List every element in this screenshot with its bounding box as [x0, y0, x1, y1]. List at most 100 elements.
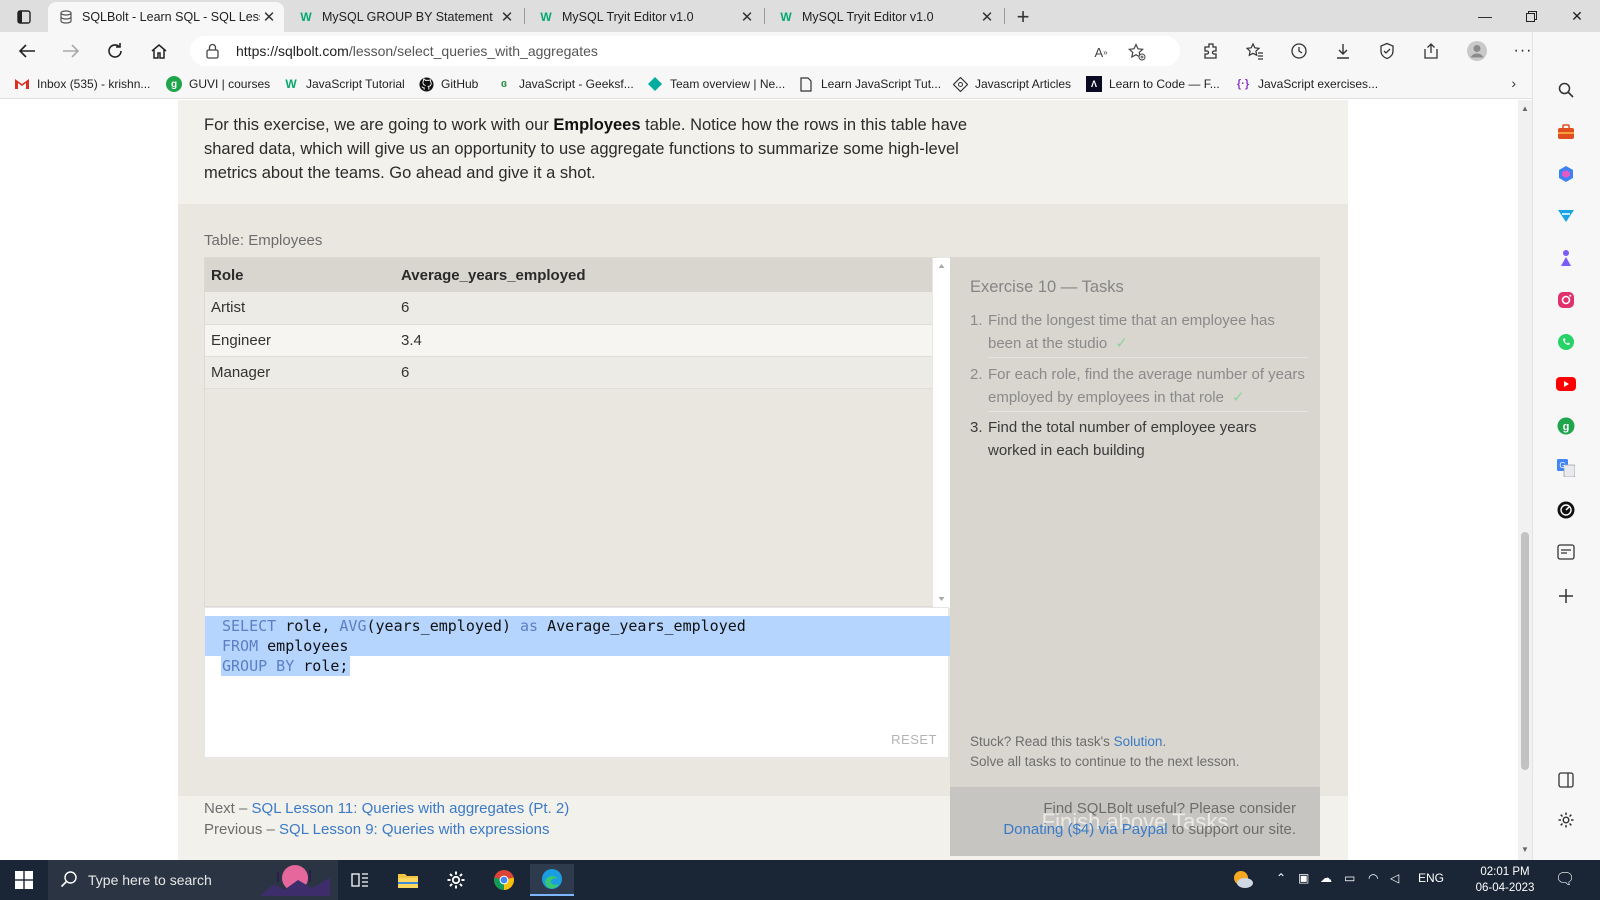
windows-start-icon[interactable]	[8, 864, 40, 896]
onedrive-icon[interactable]: ☁	[1320, 871, 1332, 885]
favorite-javascript-exercises[interactable]: {·} JavaScript exercises...	[1235, 74, 1378, 94]
add-icon[interactable]	[1554, 584, 1578, 608]
previous-lesson-link[interactable]: SQL Lesson 9: Queries with expressions	[279, 821, 549, 838]
share-icon[interactable]	[1416, 37, 1446, 65]
tab-mysql-tryit-1[interactable]: W MySQL Tryit Editor v1.0 ✕	[528, 2, 762, 32]
task-divider	[988, 411, 1308, 412]
reset-button[interactable]: RESET	[891, 732, 937, 747]
task-view-icon[interactable]	[338, 864, 382, 896]
search-icon[interactable]	[1554, 78, 1578, 102]
history-icon[interactable]	[1284, 37, 1314, 65]
w3schools-icon: W	[300, 10, 312, 24]
favorite-label: JavaScript exercises...	[1258, 77, 1379, 91]
close-icon[interactable]: ✕	[260, 8, 278, 26]
table-scrollbar[interactable]	[933, 258, 950, 608]
favorite-team-overview[interactable]: Team overview | Ne...	[647, 74, 785, 94]
notifications-icon[interactable]: 🗨	[1555, 869, 1575, 889]
results-table: Role Average_years_employed Artist 6 Eng…	[205, 258, 932, 389]
forward-icon[interactable]	[56, 37, 86, 65]
google-translate-icon[interactable]: G	[1554, 456, 1578, 480]
home-icon[interactable]	[144, 37, 174, 65]
edge-icon[interactable]	[530, 864, 574, 896]
w3schools-icon: W	[780, 10, 792, 24]
language-indicator[interactable]: ENG	[1418, 871, 1444, 885]
extensions-icon[interactable]	[1196, 37, 1226, 65]
url-text[interactable]: https://sqlbolt.com/lesson/select_querie…	[236, 43, 598, 59]
games-icon[interactable]	[1554, 246, 1578, 270]
file-explorer-icon[interactable]	[386, 864, 430, 896]
favorite-javascript-articles[interactable]: Javascript Articles	[952, 74, 1071, 94]
tab-separator	[764, 8, 765, 24]
favorite-label: GUVI | courses	[189, 77, 271, 91]
profile-avatar[interactable]	[1462, 37, 1492, 65]
favorites-icon[interactable]	[1240, 37, 1270, 65]
battery-icon[interactable]: ▭	[1344, 871, 1355, 885]
close-icon[interactable]: ✕	[498, 8, 516, 26]
favorite-guvi[interactable]: g GUVI | courses	[166, 74, 270, 94]
chevron-up-icon[interactable]: ⌃	[1276, 871, 1286, 885]
favorite-javascript-tutorial[interactable]: W JavaScript Tutorial	[283, 74, 404, 94]
add-favorite-icon[interactable]	[1126, 42, 1148, 62]
tools-icon[interactable]	[1554, 120, 1578, 144]
chevron-right-icon[interactable]: ›	[1511, 75, 1516, 91]
close-icon[interactable]: ✕	[738, 8, 756, 26]
task-text: Find the longest time that an employee h…	[988, 312, 1275, 352]
lock-icon[interactable]	[206, 43, 219, 59]
classroom-icon[interactable]	[1554, 540, 1578, 564]
favorite-geeksforgeeks[interactable]: ɞ JavaScript - Geeksf...	[496, 74, 634, 94]
instagram-icon[interactable]	[1554, 288, 1578, 312]
volume-icon[interactable]: ◁	[1390, 871, 1399, 885]
guvi-icon[interactable]: g	[1554, 414, 1578, 438]
restore-icon[interactable]	[1508, 0, 1554, 32]
chrome-icon[interactable]	[482, 864, 526, 896]
youtube-icon[interactable]	[1554, 372, 1578, 396]
scroll-down-arrow-icon[interactable]: ▼	[1521, 845, 1529, 854]
microsoft-365-icon[interactable]	[1554, 162, 1578, 186]
taskbar-search-input[interactable]: Type here to search	[48, 860, 338, 900]
diamond-icon	[647, 76, 663, 92]
close-window-icon[interactable]: ✕	[1554, 0, 1600, 32]
tab-sqlbolt[interactable]: SQLBolt - Learn SQL - SQL Lesson ✕	[48, 2, 284, 32]
whatsapp-icon[interactable]	[1554, 330, 1578, 354]
page-scrollbar[interactable]: ▲ ▼	[1518, 100, 1532, 860]
table-cell: Engineer	[205, 324, 395, 357]
meet-now-icon[interactable]: ▣	[1298, 871, 1309, 885]
gmail-icon	[14, 76, 30, 92]
favorite-gmail[interactable]: Inbox (535) - krishn...	[14, 74, 150, 94]
solution-link[interactable]: Solution	[1114, 734, 1163, 749]
sql-editor[interactable]: SELECT role, AVG(years_employed) as Aver…	[204, 607, 950, 758]
close-icon[interactable]: ✕	[978, 8, 996, 26]
new-tab-button[interactable]: +	[1010, 4, 1036, 30]
minimize-icon[interactable]: —	[1462, 0, 1508, 32]
wifi-icon[interactable]: ◠	[1368, 871, 1378, 885]
favorite-freecodecamp[interactable]: Λ Learn to Code — F...	[1086, 74, 1220, 94]
weather-icon[interactable]	[1230, 866, 1256, 892]
favorite-learn-javascript[interactable]: Learn JavaScript Tut...	[798, 74, 941, 94]
tab-title: SQLBolt - Learn SQL - SQL Lesson	[82, 10, 260, 24]
speedometer-icon[interactable]	[1554, 498, 1578, 522]
back-icon[interactable]	[12, 37, 42, 65]
next-lesson-link[interactable]: SQL Lesson 11: Queries with aggregates (…	[252, 800, 570, 817]
system-clock[interactable]: 02:01 PM 06-04-2023	[1465, 864, 1545, 896]
split-screen-icon[interactable]	[1554, 768, 1578, 792]
sql-code[interactable]: SELECT role, AVG(years_employed) as Aver…	[222, 616, 746, 676]
tab-mysql-tryit-2[interactable]: W MySQL Tryit Editor v1.0 ✕	[768, 2, 1002, 32]
downloads-icon[interactable]	[1328, 37, 1358, 65]
address-bar[interactable]: https://sqlbolt.com/lesson/select_querie…	[190, 36, 1180, 66]
scroll-up-arrow-icon[interactable]: ▲	[1521, 104, 1529, 113]
favorite-github[interactable]: GitHub	[418, 74, 478, 94]
donate-link[interactable]: Donating ($4) via Paypal	[1003, 821, 1167, 838]
refresh-icon[interactable]	[100, 37, 130, 65]
solution-hint: Stuck? Read this task's Solution.	[970, 734, 1167, 749]
tasks-title: Exercise 10 — Tasks	[970, 278, 1124, 296]
read-aloud-icon[interactable]: A»	[1090, 42, 1112, 62]
tab-actions-icon[interactable]	[10, 6, 38, 28]
outlook-send-icon[interactable]	[1554, 204, 1578, 228]
settings-gear-icon[interactable]	[1554, 808, 1578, 832]
browser-essentials-icon[interactable]	[1372, 37, 1402, 65]
w3schools-icon: W	[285, 77, 297, 91]
tab-mysql-group-by[interactable]: W MySQL GROUP BY Statement ✕	[288, 2, 522, 32]
scrollbar-thumb[interactable]	[1521, 532, 1529, 770]
settings-icon[interactable]	[434, 864, 478, 896]
tab-separator	[1004, 8, 1005, 24]
